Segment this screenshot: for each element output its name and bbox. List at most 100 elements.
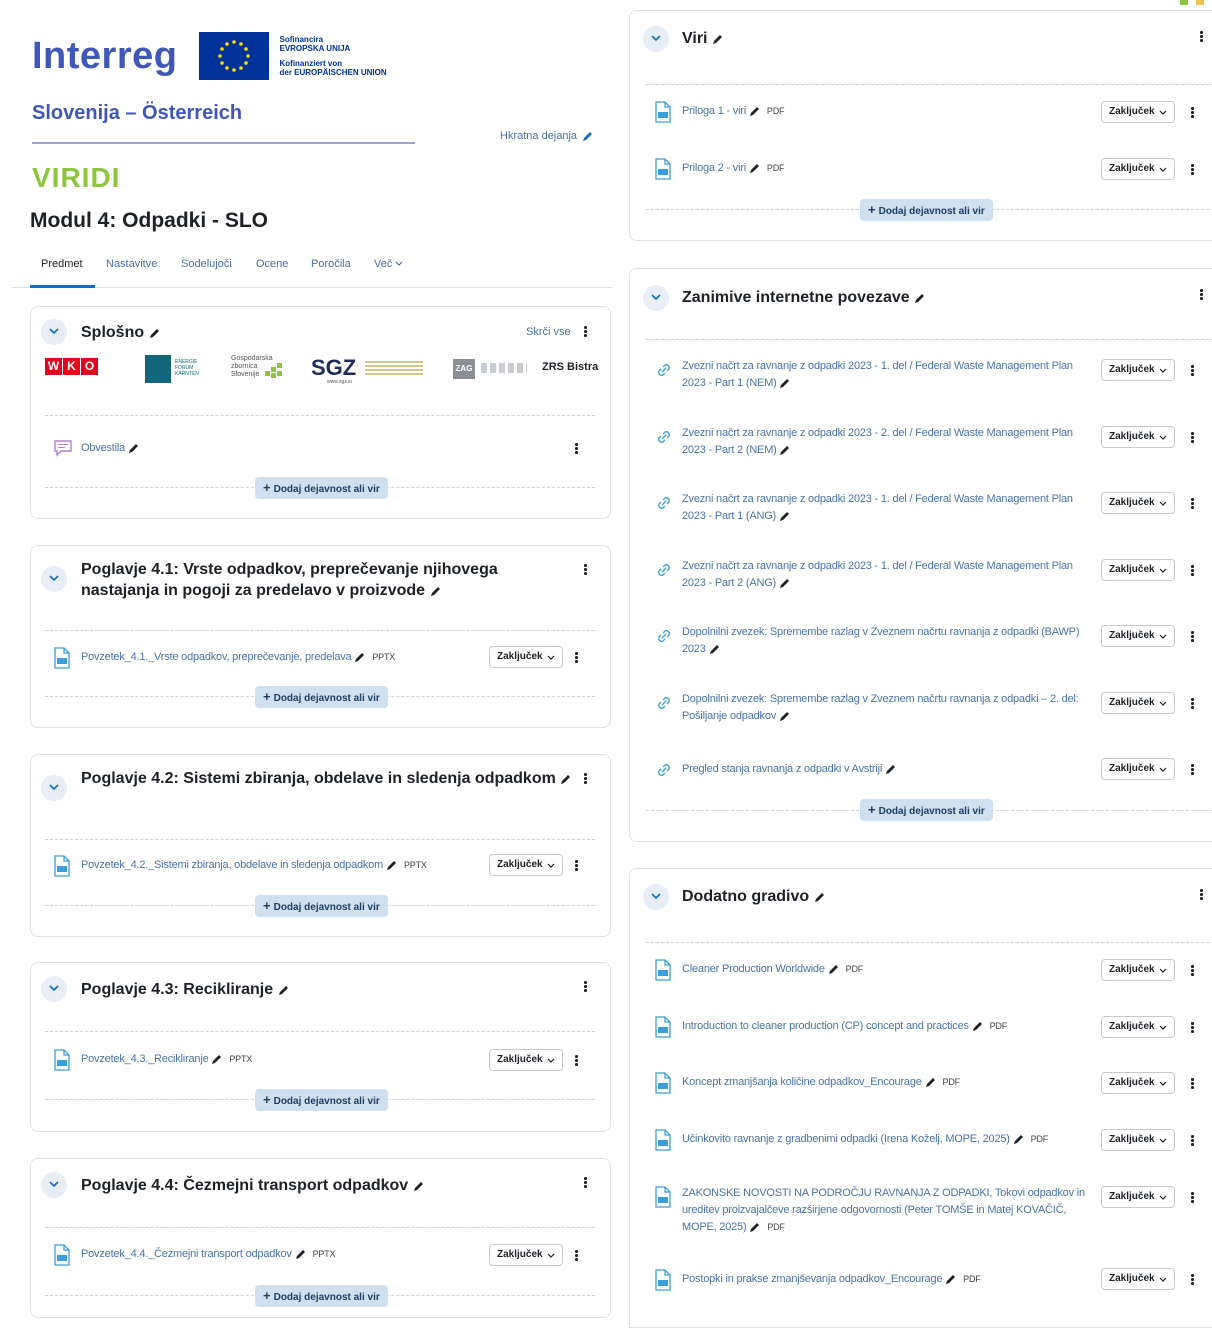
completion-dropdown[interactable]: Zaključek <box>1101 625 1175 647</box>
pencil-icon[interactable] <box>386 859 398 871</box>
section-menu-icon[interactable] <box>580 1175 590 1191</box>
tab-settings[interactable]: Nastavitve <box>106 258 157 270</box>
activity-menu-icon[interactable] <box>1187 1190 1197 1206</box>
completion-dropdown[interactable]: Zaključek <box>1101 758 1175 780</box>
collapse-all-link[interactable]: Skrči vse <box>526 326 571 338</box>
completion-dropdown[interactable]: Zaključek <box>1101 426 1175 448</box>
pencil-icon[interactable] <box>712 33 724 45</box>
activity-menu-icon[interactable] <box>1187 1133 1197 1149</box>
tab-grades[interactable]: Ocene <box>256 258 288 270</box>
activity-menu-icon[interactable] <box>1187 1272 1197 1288</box>
activity-menu-icon[interactable] <box>1187 762 1197 778</box>
completion-dropdown[interactable]: Zaključek <box>489 1244 563 1266</box>
pencil-icon[interactable] <box>925 1076 937 1088</box>
activity-link[interactable]: Povzetek_4.4._Čezmejni transport odpadko… <box>81 1246 335 1263</box>
activity-link[interactable]: Pregled stanja ravnanja z odpadki v Avst… <box>682 761 897 778</box>
activity-menu-icon[interactable] <box>1187 363 1197 379</box>
activity-menu-icon[interactable] <box>1187 105 1197 121</box>
pencil-icon[interactable] <box>945 1273 957 1285</box>
pencil-icon[interactable] <box>814 891 826 903</box>
completion-dropdown[interactable]: Zaključek <box>1101 1268 1175 1290</box>
activity-menu-icon[interactable] <box>1187 496 1197 512</box>
activity-link[interactable]: Koncept zmanjšanja količine odpadkov_Enc… <box>682 1074 960 1091</box>
section-menu-icon[interactable] <box>580 771 590 787</box>
add-activity-button[interactable]: + Dodaj dejavnost ali vir <box>255 1089 388 1111</box>
activity-menu-icon[interactable] <box>1187 963 1197 979</box>
activity-menu-icon[interactable] <box>1187 1020 1197 1036</box>
pencil-icon[interactable] <box>885 763 897 775</box>
tab-participants[interactable]: Sodelujoči <box>181 258 232 270</box>
completion-dropdown[interactable]: Zaključek <box>489 854 563 876</box>
completion-dropdown[interactable]: Zaključek <box>489 646 563 668</box>
add-activity-button[interactable]: + Dodaj dejavnost ali vir <box>255 1285 388 1307</box>
activity-link[interactable]: Priloga 2 - viri PDF <box>682 160 785 177</box>
activity-menu-icon[interactable] <box>1187 430 1197 446</box>
activity-menu-icon[interactable] <box>1187 162 1197 178</box>
activity-menu-icon[interactable] <box>1187 696 1197 712</box>
activity-link[interactable]: Obvestila <box>81 440 140 457</box>
tab-more[interactable]: Več <box>374 258 403 270</box>
activity-link[interactable]: Povzetek_4.3._Recikliranje PPTX <box>81 1051 252 1068</box>
section-toggle[interactable] <box>41 566 67 592</box>
activity-menu-icon[interactable] <box>571 1248 581 1264</box>
pencil-icon[interactable] <box>828 963 840 975</box>
activity-link[interactable]: Učinkovito ravnanje z gradbenimi odpadki… <box>682 1131 1048 1148</box>
completion-dropdown[interactable]: Zaključek <box>1101 1016 1175 1038</box>
completion-dropdown[interactable]: Zaključek <box>489 1049 563 1071</box>
activity-link[interactable]: Zvezni načrt za ravnanje z odpadki 2023 … <box>682 558 1087 592</box>
activity-link[interactable]: Priloga 1 - viri PDF <box>682 103 785 120</box>
section-toggle[interactable] <box>643 285 669 311</box>
completion-dropdown[interactable]: Zaključek <box>1101 359 1175 381</box>
activity-link[interactable]: Dopolnilni zvezek: Spremembe razlag v Zv… <box>682 624 1087 658</box>
completion-dropdown[interactable]: Zaključek <box>1101 1129 1175 1151</box>
section-menu-icon[interactable] <box>1196 287 1206 303</box>
pencil-icon[interactable] <box>1013 1133 1025 1145</box>
pencil-icon[interactable] <box>149 327 161 339</box>
pencil-icon[interactable] <box>749 105 761 117</box>
pencil-icon[interactable] <box>749 162 761 174</box>
section-menu-icon[interactable] <box>580 979 590 995</box>
activity-menu-icon[interactable] <box>571 650 581 666</box>
pencil-icon[interactable] <box>430 585 442 597</box>
section-toggle[interactable] <box>41 775 67 801</box>
pencil-icon[interactable] <box>779 444 791 456</box>
activity-link[interactable]: Dopolnilni zvezek: Spremembe razlag v Zv… <box>682 691 1087 725</box>
section-toggle[interactable] <box>41 976 67 1002</box>
pencil-icon[interactable] <box>779 510 791 522</box>
activity-menu-icon[interactable] <box>1187 563 1197 579</box>
section-toggle[interactable] <box>41 1172 67 1198</box>
section-menu-icon[interactable] <box>580 562 590 578</box>
activity-link[interactable]: Zvezni načrt za ravnanje z odpadki 2023 … <box>682 358 1087 392</box>
pencil-icon[interactable] <box>413 1180 425 1192</box>
add-activity-button[interactable]: + Dodaj dejavnost ali vir <box>255 895 388 917</box>
section-toggle[interactable] <box>643 884 669 910</box>
activity-menu-icon[interactable] <box>571 858 581 874</box>
completion-dropdown[interactable]: Zaključek <box>1101 1072 1175 1094</box>
completion-dropdown[interactable]: Zaključek <box>1101 158 1175 180</box>
add-activity-button[interactable]: + Dodaj dejavnost ali vir <box>255 477 388 499</box>
activity-link[interactable]: Zvezni načrt za ravnanje z odpadki 2023 … <box>682 425 1087 459</box>
activity-link[interactable]: Cleaner Production Worldwide PDF <box>682 961 863 978</box>
section-menu-icon[interactable] <box>1196 29 1206 45</box>
activity-menu-icon[interactable] <box>1187 1076 1197 1092</box>
pencil-icon[interactable] <box>779 577 791 589</box>
section-menu-icon[interactable] <box>1196 887 1206 903</box>
section-menu-icon[interactable] <box>580 324 590 340</box>
pencil-icon[interactable] <box>779 710 791 722</box>
add-activity-button[interactable]: + Dodaj dejavnost ali vir <box>255 686 388 708</box>
pencil-icon[interactable] <box>211 1053 223 1065</box>
quick-edit-link[interactable]: Hkratna dejanja <box>500 130 594 142</box>
activity-link[interactable]: ZAKONSKE NOVOSTI NA PODROČJU RAVNANJA Z … <box>682 1185 1087 1236</box>
activity-link[interactable]: Povzetek_4.1._Vrste odpadkov, preprečeva… <box>81 649 395 666</box>
completion-dropdown[interactable]: Zaključek <box>1101 959 1175 981</box>
tab-reports[interactable]: Poročila <box>311 258 351 270</box>
pencil-icon[interactable] <box>560 773 572 785</box>
pencil-icon[interactable] <box>972 1020 984 1032</box>
add-activity-button[interactable]: + Dodaj dejavnost ali vir <box>860 799 993 821</box>
activity-link[interactable]: Postopki in prakse zmanjševanja odpadkov… <box>682 1271 981 1288</box>
activity-menu-icon[interactable] <box>1187 629 1197 645</box>
activity-link[interactable]: Introduction to cleaner production (CP) … <box>682 1018 1007 1035</box>
pencil-icon[interactable] <box>354 651 366 663</box>
pencil-icon[interactable] <box>779 377 791 389</box>
pencil-icon[interactable] <box>914 292 926 304</box>
